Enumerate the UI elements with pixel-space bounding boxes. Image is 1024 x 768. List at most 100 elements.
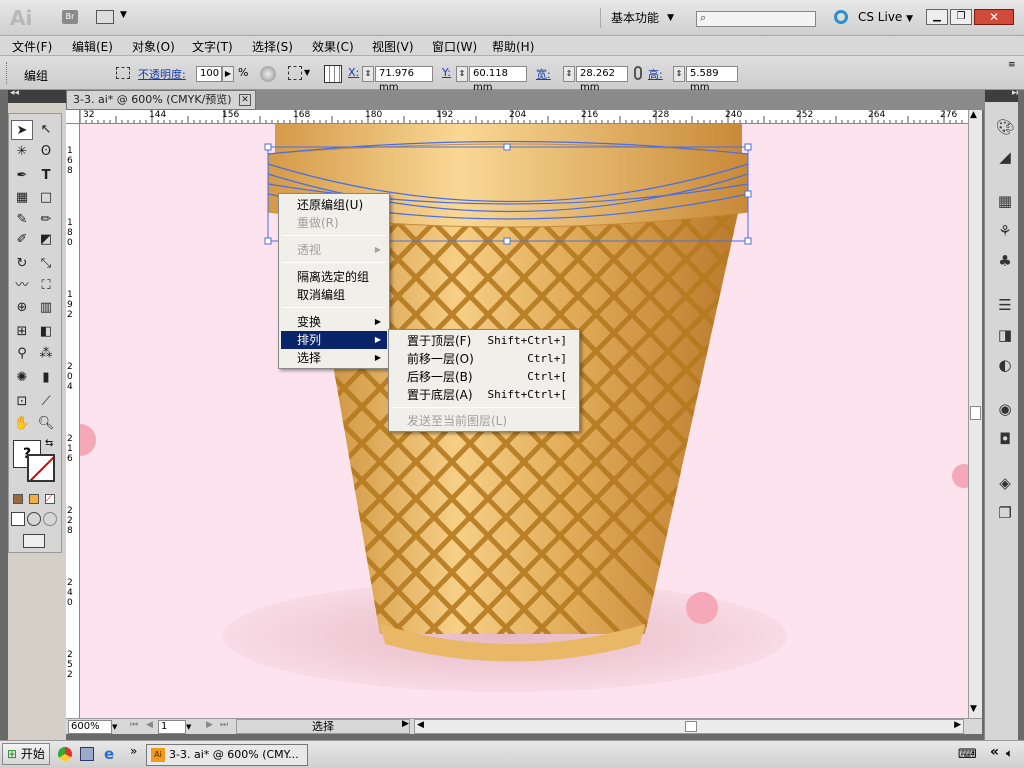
pen-tool-icon[interactable]: ✒ (11, 166, 33, 186)
free-transform-tool-icon[interactable]: ⛶ (35, 276, 57, 296)
x-field[interactable]: 71.976 mm (375, 66, 433, 93)
x-label[interactable]: X: (348, 66, 359, 79)
menu-view[interactable]: 视图(V) (372, 38, 414, 55)
minimize-button[interactable]: ▁ (926, 9, 948, 25)
x-stepper[interactable]: ⇕ (362, 66, 374, 82)
scroll-thumb[interactable] (970, 406, 981, 420)
tray-expand-icon[interactable]: « (990, 744, 999, 760)
status-tool-label[interactable]: 选择 (236, 719, 410, 734)
menu-item-transform[interactable]: 变换 ▶ (281, 313, 387, 331)
link-icon[interactable] (634, 66, 642, 80)
chevron-down-icon[interactable]: ▼ (120, 10, 127, 20)
rotate-tool-icon[interactable]: ↻ (11, 254, 33, 274)
align-icon[interactable] (288, 66, 302, 80)
magic-wand-tool-icon[interactable]: ✳ (11, 142, 33, 162)
cs-live-button[interactable]: CS Live ▼ (858, 10, 913, 24)
start-button[interactable]: ⊞ 开始 (2, 743, 50, 765)
color-mode-icon[interactable] (13, 494, 23, 504)
warp-tool-icon[interactable]: 〰 (11, 276, 33, 296)
next-artboard-button[interactable]: ▶ (206, 720, 213, 730)
maximize-button[interactable]: ❐ (950, 9, 972, 25)
workspace-switcher[interactable]: 基本功能 ▼ (600, 8, 680, 28)
opacity-field[interactable]: 100 (196, 66, 222, 82)
blob-brush-tool-icon[interactable]: ✐ (11, 230, 33, 250)
menu-type[interactable]: 文字(T) (192, 38, 233, 55)
menu-item-perspective[interactable]: 透视 ▶ (281, 241, 387, 259)
transparency-panel-icon[interactable]: ◐ (993, 354, 1017, 376)
menu-item-send-to-current-layer[interactable]: 发送至当前图层(L) (391, 412, 577, 430)
zoom-dropdown-button[interactable]: ▼ (112, 720, 122, 734)
none-mode-icon[interactable]: ⟋ (45, 494, 55, 504)
vertical-scrollbar[interactable]: ▲ ▼ (968, 110, 982, 718)
menu-item-select[interactable]: 选择 ▶ (281, 349, 387, 367)
line-tool-icon[interactable]: ▦ (11, 188, 33, 208)
menu-item-ungroup[interactable]: 取消编组 (281, 286, 387, 304)
draw-normal-icon[interactable] (11, 512, 25, 526)
color-guide-panel-icon[interactable]: ◢ (993, 146, 1017, 168)
opacity-label[interactable]: 不透明度: (138, 66, 186, 82)
document-tab[interactable]: 3-3. ai* @ 600% (CMYK/预览) ✕ (66, 90, 256, 110)
menu-item-send-backward[interactable]: 后移一层(B) Ctrl+[ (391, 368, 577, 386)
menu-item-undo-group[interactable]: 还原编组(U) (281, 196, 387, 214)
horizontal-ruler[interactable]: 32 144 156 168 180 192 204 216 228 240 2… (80, 110, 968, 124)
vertical-ruler[interactable]: 168 180 192 204 216 228 240 252 (66, 124, 80, 718)
swatches-panel-icon[interactable]: ▦ (993, 190, 1017, 212)
menu-item-bring-to-front[interactable]: 置于顶层(F) Shift+Ctrl+] (391, 332, 577, 350)
menu-item-redo[interactable]: 重做(R) (281, 214, 387, 232)
perspective-grid-tool-icon[interactable]: ▥ (35, 298, 57, 318)
scroll-right-button[interactable]: ▶ (954, 720, 961, 730)
direct-selection-tool-icon[interactable]: ↖ (35, 120, 57, 140)
column-graph-tool-icon[interactable]: ▮ (35, 368, 57, 388)
y-field[interactable]: 60.118 mm (469, 66, 527, 93)
volume-icon[interactable]: 🔈︎ (1006, 746, 1013, 761)
recolor-icon[interactable] (116, 67, 130, 79)
artboard-field[interactable]: 1 (158, 720, 186, 734)
scroll-down-button[interactable]: ▼ (970, 704, 977, 714)
eyedropper-tool-icon[interactable]: ⚲ (11, 344, 33, 364)
height-stepper[interactable]: ⇕ (673, 66, 685, 82)
pencil-tool-icon[interactable]: ✏ (35, 210, 57, 230)
tools-panel-header[interactable]: ◂◂ (8, 88, 66, 103)
app-launch-icon[interactable] (80, 747, 94, 761)
scroll-left-button[interactable]: ◀ (417, 720, 424, 730)
artboard-tool-icon[interactable]: ⊡ (11, 392, 33, 412)
height-label[interactable]: 高: (648, 66, 663, 82)
first-artboard-button[interactable]: ⏮ (130, 720, 138, 730)
appearance-panel-icon[interactable]: ◉ (993, 398, 1017, 420)
type-tool-icon[interactable]: T (35, 166, 57, 186)
swap-colors-icon[interactable]: ⇆ (45, 438, 53, 449)
y-label[interactable]: Y: (442, 66, 451, 79)
hand-tool-icon[interactable]: ✋ (11, 414, 33, 434)
bridge-button[interactable]: Br (62, 10, 78, 24)
menu-item-arrange[interactable]: 排列 ▶ (281, 331, 387, 349)
gradient-tool-icon[interactable]: ◧ (35, 322, 57, 342)
color-panel-icon[interactable]: 🎨︎ (993, 116, 1017, 138)
menu-item-send-to-back[interactable]: 置于底层(A) Shift+Ctrl+[ (391, 386, 577, 404)
scroll-up-button[interactable]: ▲ (970, 110, 977, 120)
panel-menu-icon[interactable]: ≡ (1008, 60, 1016, 70)
keyboard-icon[interactable]: ⌨ (958, 747, 977, 762)
last-artboard-button[interactable]: ⏭ (220, 720, 228, 730)
arrange-documents-icon[interactable] (96, 10, 114, 24)
collapse-icon[interactable]: ◂◂ (10, 88, 19, 98)
width-label[interactable]: 宽: (536, 66, 551, 82)
close-button[interactable]: ✕ (974, 9, 1014, 25)
slice-tool-icon[interactable]: ⟋ (35, 392, 57, 412)
paintbrush-tool-icon[interactable]: ✎ (11, 210, 33, 230)
menu-help[interactable]: 帮助(H) (492, 38, 534, 55)
blend-tool-icon[interactable]: ⁂ (35, 344, 57, 364)
menu-edit[interactable]: 编辑(E) (72, 38, 113, 55)
height-field[interactable]: 5.589 mm (686, 66, 738, 93)
draw-inside-icon[interactable] (43, 512, 57, 526)
lasso-tool-icon[interactable]: ʘ (35, 142, 57, 162)
gradient-mode-icon[interactable] (29, 494, 39, 504)
gradient-panel-icon[interactable]: ◨ (993, 324, 1017, 346)
zoom-field[interactable]: 600% (68, 720, 112, 734)
ie-icon[interactable]: e (104, 745, 114, 763)
graphic-styles-panel-icon[interactable]: ◘ (993, 428, 1017, 450)
menu-effect[interactable]: 效果(C) (312, 38, 354, 55)
style-icon[interactable] (260, 66, 276, 82)
close-tab-icon[interactable]: ✕ (239, 94, 251, 106)
scale-tool-icon[interactable]: ⤡ (35, 254, 57, 274)
menu-file[interactable]: 文件(F) (12, 38, 52, 55)
